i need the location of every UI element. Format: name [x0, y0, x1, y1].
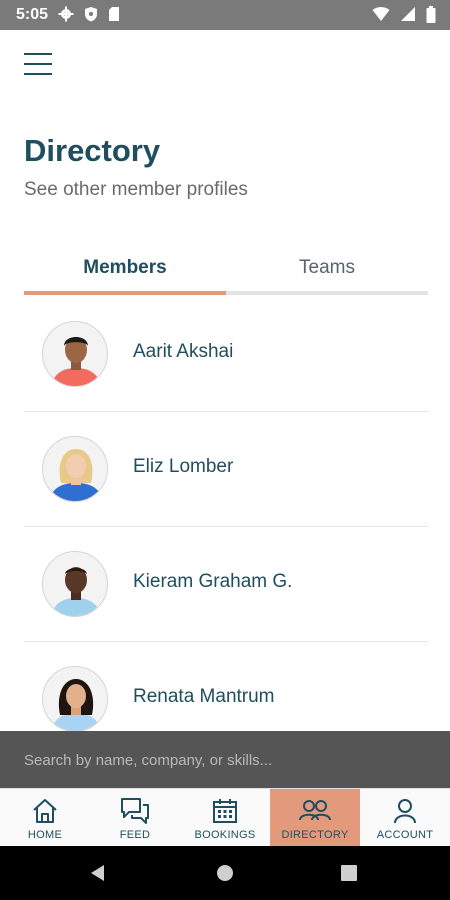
member-name: Renata Mantrum [133, 686, 275, 707]
member-name: Kieram Graham G. [133, 571, 293, 592]
nav-home[interactable]: HOME [0, 789, 90, 846]
page-subtitle: See other member profiles [24, 179, 248, 200]
back-icon[interactable] [88, 863, 108, 888]
member-name: Eliz Lomber [133, 456, 234, 477]
system-navigation-bar [0, 846, 450, 900]
member-row[interactable]: Kieram Graham G. [24, 527, 428, 642]
directory-tabs: Members Teams [24, 250, 428, 296]
nav-label: HOME [27, 829, 63, 841]
signal-icon [400, 6, 416, 23]
shield-icon [84, 6, 98, 22]
status-time: 5:05 [16, 6, 49, 23]
tab-teams[interactable]: Teams [226, 250, 428, 290]
nav-label: FEED [119, 829, 151, 841]
member-name: Aarit Akshai [133, 341, 234, 362]
home-button-icon[interactable] [216, 864, 234, 887]
wifi-icon [372, 6, 390, 23]
member-row[interactable]: Aarit Akshai [24, 297, 428, 412]
member-avatar [42, 666, 108, 732]
member-list: Aarit Akshai Eliz Lomber Kieram Graham G… [24, 297, 428, 757]
page-title: Directory [24, 133, 161, 168]
nav-account[interactable]: ACCOUNT [360, 789, 450, 846]
member-avatar [42, 436, 108, 502]
nav-feed[interactable]: FEED [90, 789, 180, 846]
nav-directory[interactable]: DIRECTORY [270, 789, 360, 846]
member-row[interactable]: Eliz Lomber [24, 412, 428, 527]
nav-label: BOOKINGS [194, 829, 256, 841]
battery-icon [426, 6, 436, 23]
nav-label: ACCOUNT [376, 829, 434, 841]
nav-label: DIRECTORY [281, 829, 349, 841]
member-avatar [42, 551, 108, 617]
tab-members[interactable]: Members [24, 250, 226, 290]
recents-icon[interactable] [341, 865, 357, 886]
bottom-navigation: HOME FEED BOOKINGS DIRECTORY ACCOUNT [0, 788, 450, 846]
status-bar: 5:05 [0, 0, 450, 30]
search-input[interactable]: Search by name, company, or skills... [0, 731, 450, 788]
member-avatar [42, 321, 108, 387]
hamburger-menu-icon[interactable] [24, 53, 52, 75]
sd-card-icon [108, 6, 120, 22]
settings-gear-icon [58, 6, 74, 22]
nav-bookings[interactable]: BOOKINGS [180, 789, 270, 846]
tab-active-indicator [24, 291, 226, 295]
